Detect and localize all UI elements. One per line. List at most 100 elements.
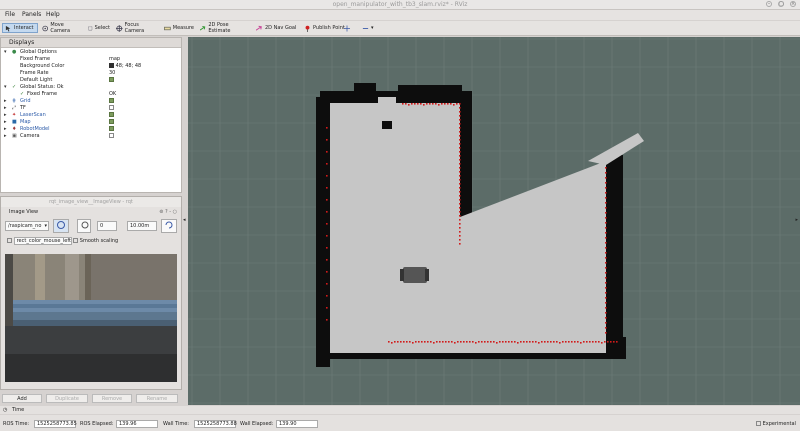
- laser-point: [490, 341, 492, 343]
- display-item-robotmodel[interactable]: ▸ ♦ RobotModel: [1, 126, 181, 133]
- global-status-row[interactable]: ▾ ✓ Global Status: Ok: [1, 84, 181, 91]
- focus-camera-tool-button[interactable]: Focus Camera: [114, 22, 160, 34]
- laser-point: [538, 342, 540, 344]
- display-item-grid[interactable]: ▸ ⋕ Grid: [1, 98, 181, 105]
- global-options-row[interactable]: ▾ ● Global Options: [1, 49, 181, 56]
- laserscan-checkbox[interactable]: [109, 112, 114, 117]
- fixed-frame-status-row[interactable]: ✓ Fixed Frame OK: [1, 91, 181, 98]
- laser-point: [529, 341, 531, 343]
- laser-point: [469, 341, 471, 343]
- green-arrow-icon: [200, 25, 206, 30]
- move-camera-tool-button[interactable]: Move Camera: [40, 22, 84, 34]
- expand-right-icon[interactable]: ▸: [4, 119, 7, 126]
- laser-point: [326, 211, 328, 213]
- laser-point: [598, 341, 600, 343]
- tf-checkbox[interactable]: [109, 105, 114, 110]
- zoom-button[interactable]: [77, 219, 91, 233]
- refresh-button[interactable]: [53, 219, 69, 233]
- expand-right-icon[interactable]: ▸: [4, 112, 7, 119]
- image-view-window: rqt_image_view__ImageView - rqt Image Vi…: [0, 196, 182, 390]
- smooth-scaling-checkbox[interactable]: [73, 238, 79, 243]
- measure-tool-button[interactable]: Measure: [162, 23, 196, 33]
- plus-minus-icon: [362, 27, 369, 29]
- laser-point: [580, 342, 582, 344]
- duplicate-button[interactable]: Duplicate: [46, 394, 88, 403]
- laser-point: [439, 341, 441, 343]
- display-item-camera[interactable]: ▸ ▣ Camera: [1, 133, 181, 140]
- default-light-row[interactable]: Default Light: [1, 77, 181, 84]
- collapse-left-icon[interactable]: ◂: [183, 217, 186, 223]
- rotate-button[interactable]: [161, 219, 177, 233]
- laser-point: [459, 131, 461, 133]
- map-checkbox[interactable]: [109, 119, 114, 124]
- background-color-row[interactable]: Background Color 48; 48; 48: [1, 63, 181, 70]
- laser-point: [459, 211, 461, 213]
- robotmodel-checkbox[interactable]: [109, 126, 114, 131]
- mouse-topic-checkbox[interactable]: [7, 238, 12, 243]
- collapse-right-icon[interactable]: ▸: [795, 217, 798, 223]
- mouse-topic-row[interactable]: rect_color_mouse_left Smooth scaling: [7, 237, 118, 245]
- fixed-frame-label: Fixed Frame: [20, 56, 51, 62]
- mouse-topic-input[interactable]: rect_color_mouse_left: [13, 237, 72, 245]
- add-button[interactable]: Add: [2, 394, 42, 403]
- menu-panels[interactable]: Panels: [22, 11, 41, 18]
- experimental-checkbox[interactable]: [756, 421, 761, 426]
- laser-point: [418, 341, 420, 343]
- tool-menu-button[interactable]: ▾: [360, 23, 378, 33]
- expand-right-icon[interactable]: ▸: [4, 133, 7, 140]
- default-light-checkbox[interactable]: [109, 77, 114, 82]
- grid-checkbox[interactable]: [109, 98, 114, 103]
- laser-point: [402, 103, 404, 105]
- expand-right-icon[interactable]: ▸: [4, 98, 7, 105]
- crosshair-tool-button[interactable]: [342, 23, 352, 33]
- experimental-toggle[interactable]: Experimental: [756, 420, 796, 428]
- topic-select[interactable]: /raspicam_no ▾: [5, 221, 49, 231]
- laser-point: [502, 341, 504, 343]
- laser-point: [520, 341, 522, 343]
- background-color-field[interactable]: 48; 48; 48: [109, 63, 141, 70]
- laser-point: [605, 207, 607, 209]
- grid-icon: ⋕: [12, 98, 17, 104]
- wall-time-field: 1525258773.88: [194, 420, 237, 428]
- minimize-icon[interactable]: –: [766, 1, 772, 7]
- camera-checkbox[interactable]: [109, 133, 114, 138]
- laser-point: [423, 104, 425, 106]
- expand-right-icon[interactable]: ▸: [4, 126, 7, 133]
- laser-point: [459, 143, 461, 145]
- fixed-frame-value[interactable]: map: [109, 56, 120, 63]
- frame-rate-value[interactable]: 30: [109, 70, 115, 77]
- pose-estimate-tool-button[interactable]: 2D Pose Estimate: [198, 22, 250, 34]
- image-view-header-icons[interactable]: ⊚ ? - ○: [159, 208, 177, 216]
- laser-point: [574, 341, 576, 343]
- fixed-frame-status-value: OK: [109, 91, 117, 97]
- nav-goal-tool-button[interactable]: 2D Nav Goal: [254, 23, 300, 33]
- laser-point: [605, 232, 607, 234]
- interact-tool-button[interactable]: Interact: [2, 23, 38, 33]
- pose-estimate-label: 2D Pose Estimate: [208, 22, 231, 34]
- display-item-laserscan[interactable]: ▸ ✦ LaserScan: [1, 112, 181, 119]
- max-value-input[interactable]: 10.00m: [127, 221, 157, 231]
- laser-point: [408, 104, 410, 106]
- display-item-tf[interactable]: ▸ ⤢ TF: [1, 105, 181, 112]
- panel-splitter[interactable]: ◂: [183, 37, 187, 405]
- laser-point: [547, 341, 549, 343]
- expand-right-icon[interactable]: ▸: [4, 105, 7, 112]
- rename-button[interactable]: Rename: [136, 394, 178, 403]
- laser-point: [550, 341, 552, 343]
- select-tool-button[interactable]: Select: [86, 23, 112, 33]
- menu-help[interactable]: Help: [46, 11, 60, 18]
- rviz-3d-viewport[interactable]: ▸: [188, 37, 800, 405]
- cursor-icon: [5, 25, 11, 32]
- laser-point: [459, 167, 461, 169]
- expand-down-icon[interactable]: ▾: [4, 49, 7, 56]
- display-item-map[interactable]: ▸ ■ Map: [1, 119, 181, 126]
- remove-button[interactable]: Remove: [92, 394, 132, 403]
- expand-down-icon[interactable]: ▾: [4, 84, 7, 91]
- maximize-icon[interactable]: □: [778, 1, 784, 7]
- frame-rate-row[interactable]: Frame Rate 30: [1, 70, 181, 77]
- laser-point: [415, 341, 417, 343]
- menu-file[interactable]: File: [5, 11, 15, 18]
- min-value-input[interactable]: 0: [97, 221, 117, 231]
- fixed-frame-row[interactable]: Fixed Frame map: [1, 56, 181, 63]
- close-icon[interactable]: ×: [790, 1, 796, 7]
